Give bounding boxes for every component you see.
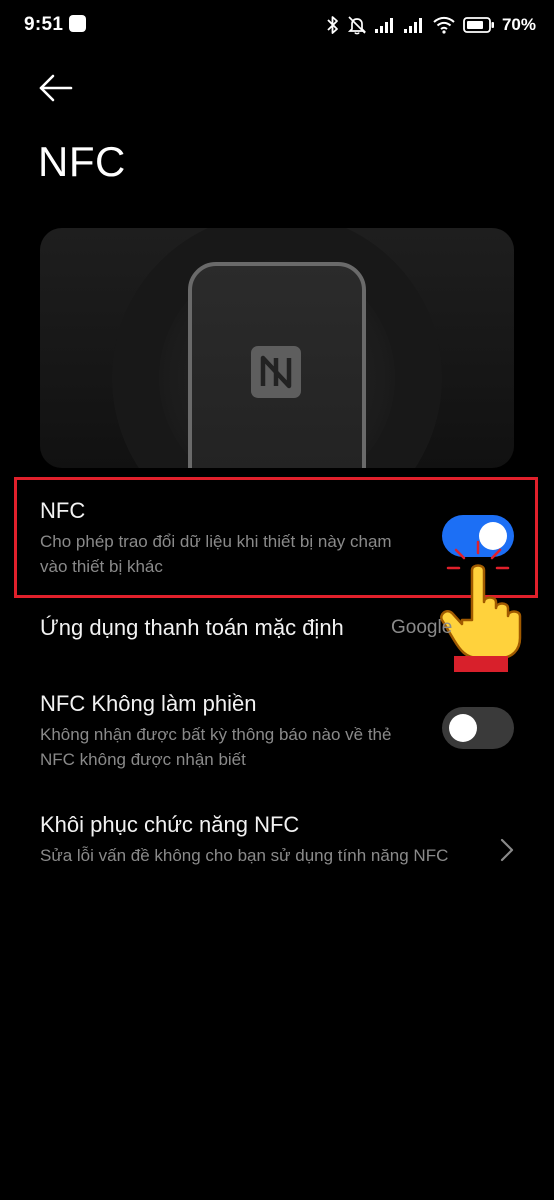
restore-nfc-title: Khôi phục chức năng NFC [40,812,300,837]
arrow-left-icon [39,74,73,102]
nfc-dnd-description: Không nhận được bất kỳ thông báo nào về … [40,725,392,769]
restore-nfc-row[interactable]: Khôi phục chức năng NFC Sửa lỗi vấn đề k… [40,811,480,868]
nfc-logo-icon [251,346,301,398]
signal-icon [403,18,422,33]
status-icons: 70% [326,13,536,37]
tap-hand-icon [440,540,522,672]
bluetooth-icon [327,16,338,34]
wifi-icon [433,16,455,34]
chevron-right-icon [500,838,514,862]
back-button[interactable] [38,72,78,104]
toggle-knob [449,714,477,742]
notification-app-icon [69,15,86,32]
default-payment-row[interactable]: Ứng dụng thanh toán mặc định [40,614,344,642]
phone-nfc-illustration [112,228,442,468]
default-payment-title: Ứng dụng thanh toán mặc định [40,615,344,640]
nfc-dnd-title: NFC Không làm phiền [40,691,257,716]
bell-muted-icon [347,16,367,35]
nfc-dnd-row[interactable]: NFC Không làm phiền Không nhận được bất … [40,690,425,772]
battery-icon [463,17,494,33]
nfc-illustration [40,228,514,468]
page-title: NFC [38,138,126,185]
battery-percent: 70% [501,15,536,34]
status-bar: 9:51 70% [0,0,554,52]
signal-icon [374,18,393,33]
status-time: 9:51 [24,14,64,35]
default-payment-value: Google [391,617,453,638]
restore-nfc-description: Sửa lỗi vấn đề không cho bạn sử dụng tín… [40,846,449,865]
nfc-dnd-toggle[interactable] [442,707,514,749]
